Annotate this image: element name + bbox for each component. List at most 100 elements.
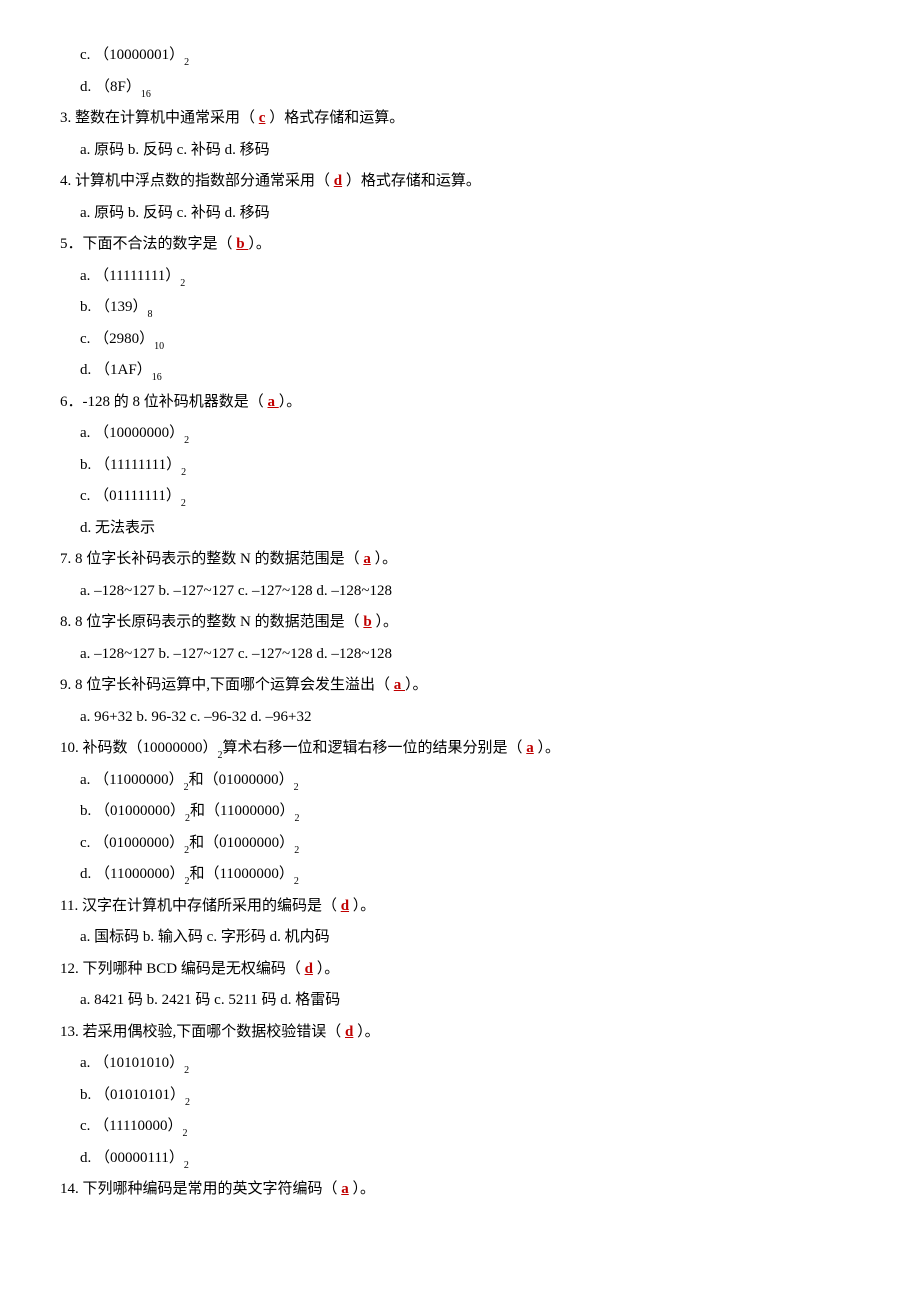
body-text: 7. 8 位字长补码表示的整数 N 的数据范围是（ xyxy=(60,551,363,567)
answer-text: a xyxy=(363,551,371,567)
body-text: c. （11110000） xyxy=(80,1118,183,1134)
body-text: ）。 xyxy=(372,614,398,630)
subscript-text: 2 xyxy=(184,57,189,68)
body-text: a. 国标码 b. 输入码 c. 字形码 d. 机内码 xyxy=(80,929,330,945)
body-text: b. （139） xyxy=(80,299,148,315)
text-line: d. （00000111）2 xyxy=(50,1143,870,1175)
text-line: 14. 下列哪种编码是常用的英文字符编码（ a ）。 xyxy=(50,1174,870,1206)
body-text: 11. 汉字在计算机中存储所采用的编码是（ xyxy=(60,898,341,914)
body-text: a. （10101010） xyxy=(80,1055,184,1071)
text-line: a. –128~127 b. –127~127 c. –127~128 d. –… xyxy=(50,639,870,671)
subscript-text: 2 xyxy=(185,813,190,824)
text-line: b. （01010101）2 xyxy=(50,1080,870,1112)
subscript-text: 2 xyxy=(294,782,299,793)
body-text: a. 96+32 b. 96-32 c. –96-32 d. –96+32 xyxy=(80,709,311,725)
body-text: a. （10000000） xyxy=(80,425,184,441)
body-text: a. –128~127 b. –127~127 c. –127~128 d. –… xyxy=(80,583,392,599)
body-text: ）。 xyxy=(371,551,397,567)
answer-text: a xyxy=(526,740,534,756)
answer-text: b xyxy=(363,614,371,630)
subscript-text: 2 xyxy=(218,750,223,761)
subscript-text: 2 xyxy=(294,845,299,856)
text-line: 12. 下列哪种 BCD 编码是无权编码（ d ）。 xyxy=(50,954,870,986)
body-text: a. –128~127 b. –127~127 c. –127~128 d. –… xyxy=(80,646,392,662)
subscript-text: 2 xyxy=(181,498,186,509)
answer-text: a xyxy=(268,394,279,410)
subscript-text: 16 xyxy=(152,372,162,383)
text-line: d. （8F）16 xyxy=(50,72,870,104)
text-line: a. （10000000）2 xyxy=(50,418,870,450)
text-line: a. 原码 b. 反码 c. 补码 d. 移码 xyxy=(50,135,870,167)
body-text: b. （01000000） xyxy=(80,803,185,819)
subscript-text: 2 xyxy=(184,782,189,793)
text-line: d. （11000000）2和（11000000）2 xyxy=(50,859,870,891)
body-text: 8. 8 位字长原码表示的整数 N 的数据范围是（ xyxy=(60,614,363,630)
answer-text: a xyxy=(341,1181,349,1197)
answer-text: d xyxy=(305,961,313,977)
answer-text: d xyxy=(341,898,349,914)
body-text: 和（11000000） xyxy=(189,866,293,882)
text-line: 9. 8 位字长补码运算中,下面哪个运算会发生溢出（ a ）。 xyxy=(50,670,870,702)
body-text: 和（01000000） xyxy=(189,772,294,788)
body-text: 算术右移一位和逻辑右移一位的结果分别是（ xyxy=(223,740,527,756)
body-text: ）。 xyxy=(349,898,375,914)
body-text: c. （2980） xyxy=(80,331,154,347)
text-line: a. –128~127 b. –127~127 c. –127~128 d. –… xyxy=(50,576,870,608)
text-line: 7. 8 位字长补码表示的整数 N 的数据范围是（ a ）。 xyxy=(50,544,870,576)
body-text: ）。 xyxy=(405,677,428,693)
body-text: ）。 xyxy=(279,394,302,410)
subscript-text: 16 xyxy=(141,89,151,100)
subscript-text: 2 xyxy=(180,278,185,289)
body-text: 6．-128 的 8 位补码机器数是（ xyxy=(60,394,268,410)
body-text: 和（01000000） xyxy=(189,835,294,851)
text-line: a. （11000000）2和（01000000）2 xyxy=(50,765,870,797)
body-text: a. （11111111） xyxy=(80,268,180,284)
text-line: 11. 汉字在计算机中存储所采用的编码是（ d ）。 xyxy=(50,891,870,923)
subscript-text: 2 xyxy=(184,1065,189,1076)
text-line: c. （11110000）2 xyxy=(50,1111,870,1143)
text-line: 13. 若采用偶校验,下面哪个数据校验错误（ d ）。 xyxy=(50,1017,870,1049)
body-text: 10. 补码数（10000000） xyxy=(60,740,218,756)
body-text: ）。 xyxy=(349,1181,375,1197)
body-text: c. （01111111） xyxy=(80,488,181,504)
subscript-text: 2 xyxy=(181,467,186,478)
body-text: d. 无法表示 xyxy=(80,520,155,536)
body-text: a. 原码 b. 反码 c. 补码 d. 移码 xyxy=(80,205,270,221)
text-line: a. （10101010）2 xyxy=(50,1048,870,1080)
text-line: 6．-128 的 8 位补码机器数是（ a ）。 xyxy=(50,387,870,419)
body-text: 4. 计算机中浮点数的指数部分通常采用（ xyxy=(60,173,334,189)
subscript-text: 2 xyxy=(184,1160,189,1171)
answer-text: a xyxy=(394,677,405,693)
body-text: ）格式存储和运算。 xyxy=(342,173,481,189)
subscript-text: 2 xyxy=(184,845,189,856)
subscript-text: 10 xyxy=(154,341,164,352)
text-line: 8. 8 位字长原码表示的整数 N 的数据范围是（ b ）。 xyxy=(50,607,870,639)
document-body: c. （10000001）2d. （8F）163. 整数在计算机中通常采用（ c… xyxy=(50,40,870,1206)
subscript-text: 2 xyxy=(185,1097,190,1108)
text-line: a. （11111111）2 xyxy=(50,261,870,293)
text-line: 10. 补码数（10000000）2算术右移一位和逻辑右移一位的结果分别是（ a… xyxy=(50,733,870,765)
body-text: d. （1AF） xyxy=(80,362,152,378)
answer-text: b xyxy=(236,236,248,252)
text-line: 3. 整数在计算机中通常采用（ c ）格式存储和运算。 xyxy=(50,103,870,135)
subscript-text: 2 xyxy=(184,435,189,446)
text-line: b. （01000000）2和（11000000）2 xyxy=(50,796,870,828)
text-line: 5．下面不合法的数字是（ b ）。 xyxy=(50,229,870,261)
body-text: d. （11000000） xyxy=(80,866,184,882)
body-text: c. （10000001） xyxy=(80,47,184,63)
body-text: d. （00000111） xyxy=(80,1150,184,1166)
subscript-text: 2 xyxy=(294,876,299,887)
text-line: a. 国标码 b. 输入码 c. 字形码 d. 机内码 xyxy=(50,922,870,954)
body-text: b. （11111111） xyxy=(80,457,181,473)
text-line: c. （2980）10 xyxy=(50,324,870,356)
text-line: d. （1AF）16 xyxy=(50,355,870,387)
body-text: c. （01000000） xyxy=(80,835,184,851)
body-text: b. （01010101） xyxy=(80,1087,185,1103)
text-line: c. （01000000）2和（01000000）2 xyxy=(50,828,870,860)
text-line: a. 96+32 b. 96-32 c. –96-32 d. –96+32 xyxy=(50,702,870,734)
body-text: d. （8F） xyxy=(80,79,141,95)
subscript-text: 2 xyxy=(184,876,189,887)
text-line: b. （139）8 xyxy=(50,292,870,324)
subscript-text: 8 xyxy=(148,309,153,320)
body-text: 9. 8 位字长补码运算中,下面哪个运算会发生溢出（ xyxy=(60,677,394,693)
